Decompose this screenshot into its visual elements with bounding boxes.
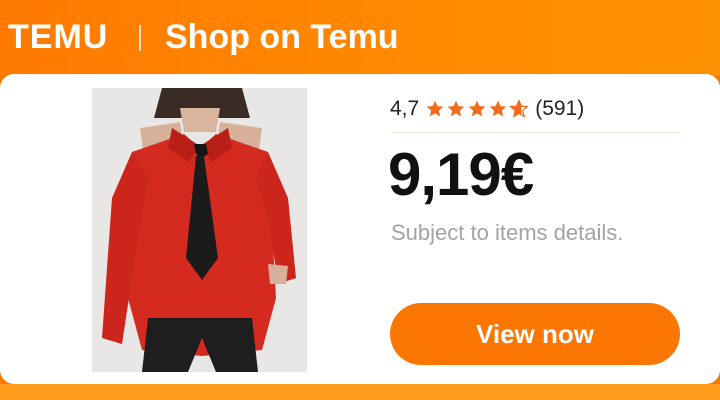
star-icon	[468, 100, 486, 117]
star-icon	[426, 100, 444, 117]
product-card[interactable]: 4,7 (591) 9,19€ Subject to items details…	[0, 74, 720, 384]
view-now-button[interactable]: View now	[390, 303, 680, 365]
rating-stars	[425, 99, 530, 119]
star-icon	[447, 100, 465, 117]
price-disclaimer: Subject to items details.	[391, 220, 624, 245]
star-icon	[489, 100, 507, 117]
header-title: Shop on Temu	[165, 18, 399, 56]
rating-divider	[390, 132, 680, 133]
review-count[interactable]: (591)	[535, 97, 584, 121]
half-star-icon	[509, 99, 530, 118]
header-bar: TEMU Shop on Temu	[0, 0, 720, 76]
product-image[interactable]	[92, 88, 307, 372]
rating-row: 4,7 (591)	[390, 96, 584, 122]
bottom-bar	[0, 384, 720, 400]
temu-logo[interactable]: TEMU	[8, 18, 108, 57]
product-price: 9,19€	[388, 141, 534, 208]
header-divider	[139, 25, 141, 51]
rating-value: 4,7	[390, 97, 420, 120]
